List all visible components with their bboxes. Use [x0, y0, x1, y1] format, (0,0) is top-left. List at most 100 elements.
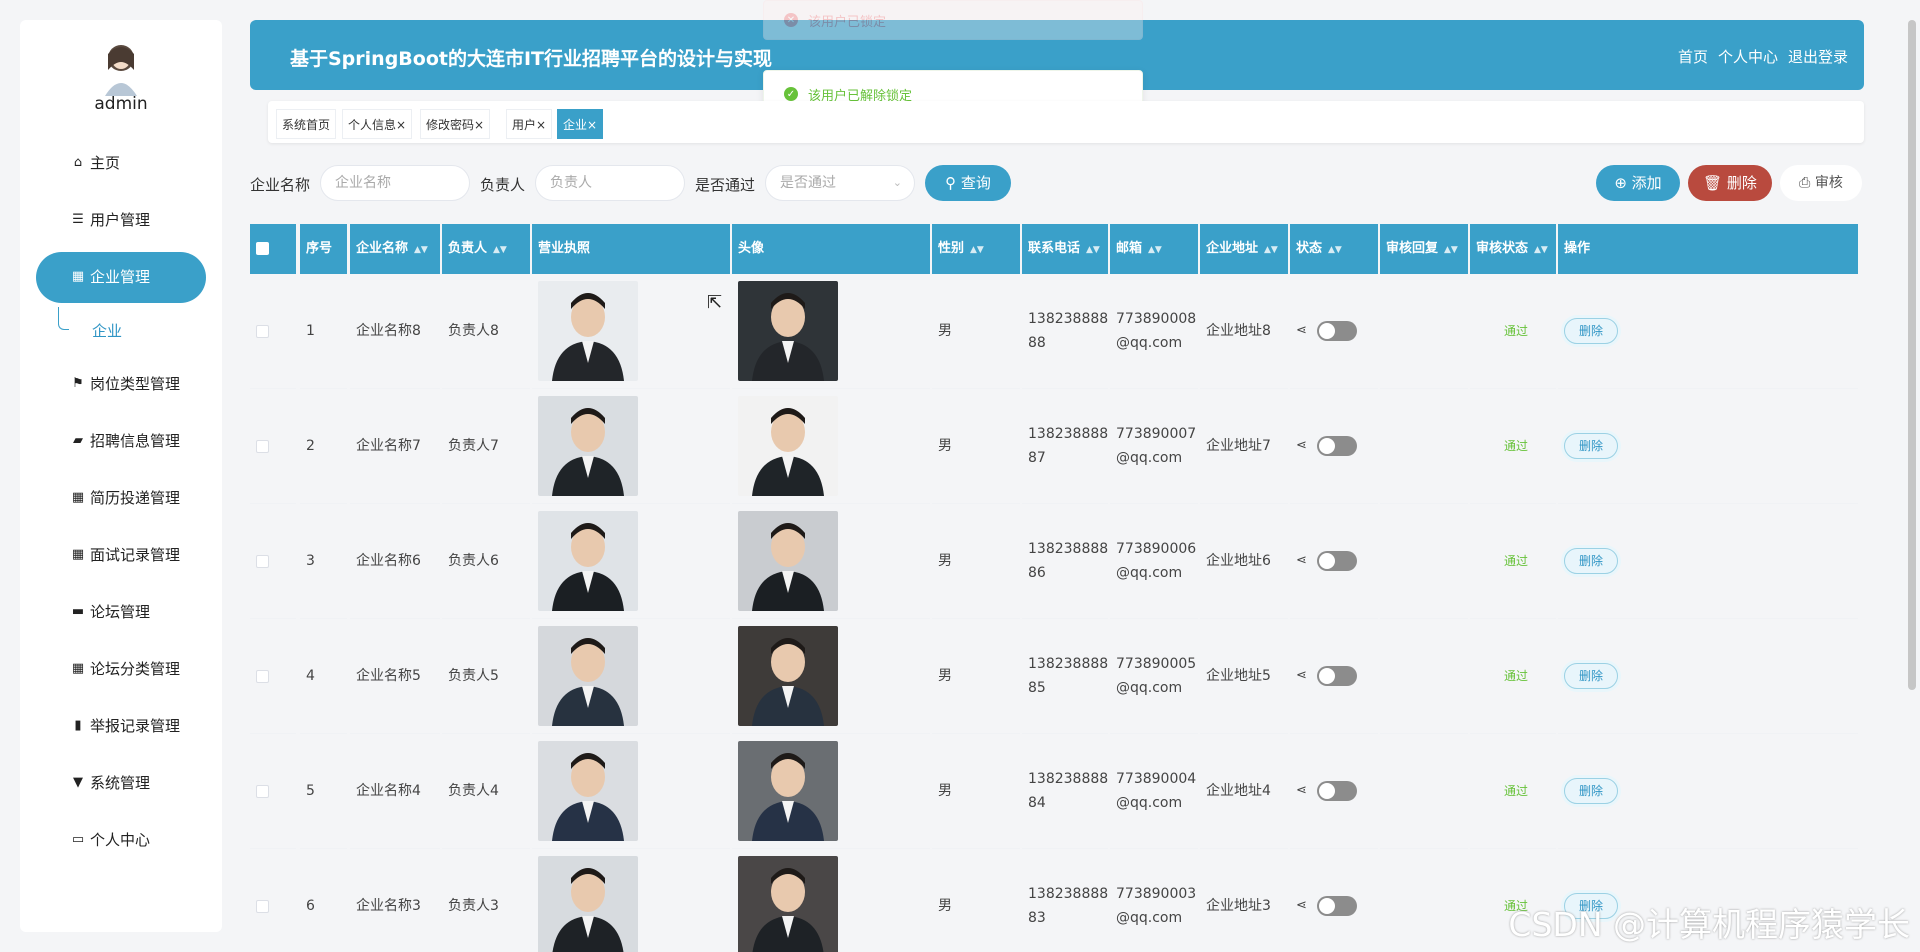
lock-toggle-switch[interactable]: [1316, 321, 1357, 341]
header-status[interactable]: 状态 ▲▼: [1290, 224, 1378, 274]
sidebar-item-user-management[interactable]: ☰ 用户管理: [20, 191, 222, 248]
avatar-image[interactable]: [738, 626, 838, 726]
tab-company[interactable]: 企业×: [557, 109, 604, 139]
phone-text: 87: [1028, 450, 1046, 466]
row-checkbox[interactable]: [256, 324, 269, 338]
address-text: 企业地址3: [1206, 898, 1271, 914]
header-no: 序号: [300, 224, 347, 274]
add-button[interactable]: ⊕ 添加: [1596, 165, 1680, 201]
delete-button[interactable]: 🗑 删除: [1688, 165, 1772, 201]
close-icon[interactable]: ×: [474, 118, 484, 132]
header-gender[interactable]: 性别 ▲▼: [932, 224, 1020, 274]
row-delete-button[interactable]: 删除: [1564, 778, 1618, 804]
tab-user[interactable]: 用户×: [506, 109, 553, 139]
nav-logout-link[interactable]: 退出登录: [1788, 46, 1848, 67]
header-address[interactable]: 企业地址 ▲▼: [1200, 224, 1288, 274]
cell-email: 773890008 @qq.com: [1110, 274, 1198, 389]
avatar-image[interactable]: [738, 396, 838, 496]
license-image[interactable]: [538, 856, 638, 952]
sort-icon[interactable]: ▲▼: [970, 245, 984, 255]
sort-icon[interactable]: ▲▼: [493, 245, 507, 255]
lock-toggle-switch[interactable]: [1316, 896, 1357, 916]
row-checkbox[interactable]: [256, 554, 269, 568]
lock-toggle-switch[interactable]: [1316, 666, 1357, 686]
sidebar-item-recruitment-management[interactable]: ▰ 招聘信息管理: [20, 412, 222, 469]
sidebar-item-home[interactable]: ⌂ 主页: [20, 134, 222, 191]
tab-system-home[interactable]: 系统首页: [276, 109, 337, 139]
avatar-image[interactable]: [738, 281, 838, 381]
header-audit-reply[interactable]: 审核回复 ▲▼: [1380, 224, 1468, 274]
share-icon[interactable]: ⋖: [1296, 434, 1307, 458]
phone-text: 84: [1028, 795, 1046, 811]
address-text: 企业地址4: [1206, 783, 1271, 799]
row-checkbox[interactable]: [256, 784, 269, 798]
row-checkbox[interactable]: [256, 669, 269, 683]
lock-toggle-switch[interactable]: [1316, 551, 1357, 571]
row-checkbox[interactable]: [256, 899, 269, 913]
license-image[interactable]: [538, 396, 638, 496]
sort-icon[interactable]: ▲▼: [414, 245, 428, 255]
avatar-image[interactable]: [738, 856, 838, 952]
pass-select[interactable]: 是否通过 ⌄: [765, 165, 915, 201]
avatar-image[interactable]: [738, 741, 838, 841]
tab-personal-info[interactable]: 个人信息×: [342, 109, 413, 139]
no-text: 6: [306, 898, 315, 914]
row-delete-button[interactable]: 删除: [1564, 318, 1618, 344]
avatar-image[interactable]: [738, 511, 838, 611]
cell-cb: [250, 734, 296, 849]
query-button[interactable]: ⚲ 查询: [925, 165, 1011, 201]
sidebar-item-company-management[interactable]: ▦ 企业管理: [20, 248, 222, 305]
tab-change-password[interactable]: 修改密码×: [420, 109, 491, 139]
row-delete-button[interactable]: 删除: [1564, 433, 1618, 459]
cell-status: ⋖: [1290, 849, 1378, 952]
header-email[interactable]: 邮箱 ▲▼: [1110, 224, 1198, 274]
sidebar-item-interview-management[interactable]: ▦ 面试记录管理: [20, 526, 222, 583]
header-phone[interactable]: 联系电话 ▲▼: [1022, 224, 1108, 274]
header-audit-status[interactable]: 审核状态 ▲▼: [1470, 224, 1556, 274]
license-image[interactable]: [538, 741, 638, 841]
nav-home-link[interactable]: 首页: [1678, 46, 1708, 67]
close-icon[interactable]: ×: [396, 118, 406, 132]
share-icon[interactable]: ⋖: [1296, 894, 1307, 918]
share-icon[interactable]: ⋖: [1296, 664, 1307, 688]
sidebar-item-forum-management[interactable]: ▬ 论坛管理: [20, 583, 222, 640]
row-checkbox[interactable]: [256, 439, 269, 453]
license-image[interactable]: [538, 626, 638, 726]
sort-icon[interactable]: ▲▼: [1264, 245, 1278, 255]
owner-input[interactable]: 负责人: [535, 165, 685, 201]
license-image[interactable]: [538, 281, 638, 381]
header-select-all[interactable]: [250, 224, 296, 274]
sidebar-item-forum-category-management[interactable]: ▦ 论坛分类管理: [20, 640, 222, 697]
sidebar-item-job-type-management[interactable]: ⚑ 岗位类型管理: [20, 355, 222, 412]
close-icon[interactable]: ×: [587, 118, 597, 132]
license-image[interactable]: [538, 511, 638, 611]
sort-icon[interactable]: ▲▼: [1534, 245, 1548, 255]
sort-icon[interactable]: ▲▼: [1148, 245, 1162, 255]
sidebar-item-personal-center[interactable]: ▭ 个人中心: [20, 811, 222, 868]
sidebar-subitem-company[interactable]: 企业: [20, 305, 222, 355]
header-owner[interactable]: 负责人 ▲▼: [442, 224, 530, 274]
share-icon[interactable]: ⋖: [1296, 319, 1307, 343]
nav-personal-center-link[interactable]: 个人中心: [1718, 46, 1778, 67]
share-icon[interactable]: ⋖: [1296, 779, 1307, 803]
lock-toggle-switch[interactable]: [1316, 781, 1357, 801]
close-icon[interactable]: ×: [536, 118, 546, 132]
row-delete-button[interactable]: 删除: [1564, 663, 1618, 689]
sidebar-item-report-management[interactable]: ▮ 举报记录管理: [20, 697, 222, 754]
row-delete-button[interactable]: 删除: [1564, 548, 1618, 574]
sort-icon[interactable]: ▲▼: [1086, 245, 1100, 255]
ticket-icon: ▰: [73, 433, 83, 448]
sort-icon[interactable]: ▲▼: [1328, 245, 1342, 255]
company-name-input[interactable]: 企业名称: [320, 165, 470, 201]
header-company[interactable]: 企业名称 ▲▼: [350, 224, 440, 274]
sort-icon[interactable]: ▲▼: [1444, 245, 1458, 255]
share-icon[interactable]: ⋖: [1296, 549, 1307, 573]
gender-text: 男: [938, 438, 952, 454]
page-scrollbar[interactable]: [1908, 20, 1916, 690]
sidebar-item-resume-management[interactable]: ▦ 简历投递管理: [20, 469, 222, 526]
audit-button[interactable]: ⎙ 审核: [1780, 165, 1862, 201]
lock-toggle-switch[interactable]: [1316, 436, 1357, 456]
select-all-checkbox[interactable]: [256, 242, 269, 255]
cell-no: 5: [300, 734, 347, 849]
sidebar-item-system-management[interactable]: ▼ 系统管理: [20, 754, 222, 811]
